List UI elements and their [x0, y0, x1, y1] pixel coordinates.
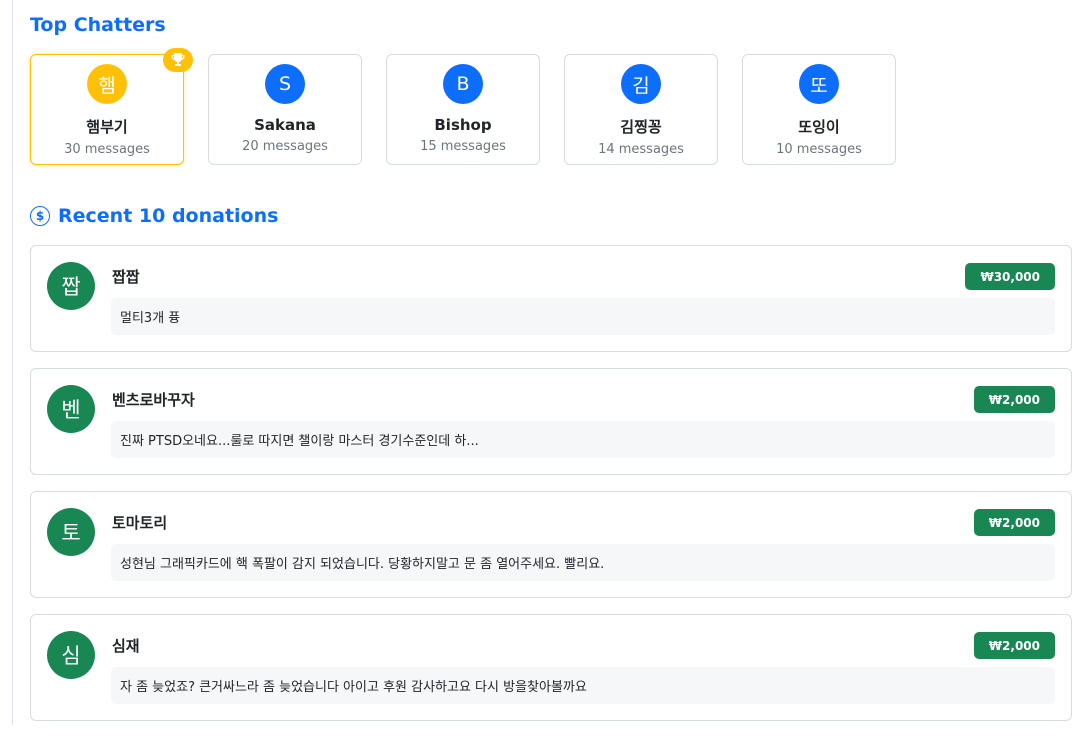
trophy-icon [163, 48, 193, 72]
donation-message: 자 좀 늦었죠? 큰거싸느라 좀 늦었습니다 아이고 후원 감사하고요 다시 방… [111, 667, 1055, 704]
avatar: 햄 [87, 64, 127, 104]
chatter-message-count: 20 messages [242, 139, 328, 154]
donation-card: 짭 짭짭 ₩30,000 멀티3개 퓽 [30, 245, 1072, 352]
top-chatters-title: Top Chatters [30, 14, 166, 36]
amount-badge: ₩2,000 [973, 386, 1055, 413]
chatter-message-count: 10 messages [776, 142, 862, 157]
avatar: S [265, 64, 305, 104]
chatter-card-3[interactable]: B Bishop 15 messages [386, 54, 540, 165]
donations-heading: $ Recent 10 donations [30, 205, 278, 227]
avatar: 김 [621, 64, 661, 104]
top-chatters-heading: Top Chatters [30, 14, 166, 36]
donor-name: 벤츠로바꾸자 [112, 391, 195, 409]
donation-card: 심 심재 ₩2,000 자 좀 늦었죠? 큰거싸느라 좀 늦었습니다 아이고 후… [30, 614, 1072, 721]
donor-name: 토마토리 [112, 514, 168, 532]
chatter-name: Bishop [434, 116, 492, 134]
page: Top Chatters 햄 햄부기 30 messages S Sakana … [0, 0, 1087, 725]
amount-badge: ₩2,000 [973, 632, 1055, 659]
donation-card: 토 토마토리 ₩2,000 성현님 그래픽카드에 핵 폭팔이 감지 되었습니다.… [30, 491, 1072, 598]
chatter-card-4[interactable]: 김 김찡꽁 14 messages [564, 54, 718, 165]
donations-title: Recent 10 donations [58, 205, 279, 227]
donations-list: 짭 짭짭 ₩30,000 멀티3개 퓽 벤 벤츠로바꾸자 ₩2,000 진짜 P… [30, 245, 1072, 737]
chatter-name: 김찡꽁 [620, 118, 662, 136]
chatter-name: 햄부기 [86, 118, 128, 136]
amount-badge: ₩2,000 [973, 509, 1055, 536]
sidebar-divider [12, 0, 13, 725]
dollar-circle-icon: $ [30, 206, 50, 226]
chatter-message-count: 30 messages [64, 142, 150, 157]
donation-message: 멀티3개 퓽 [111, 298, 1055, 335]
donor-name: 짭짭 [112, 268, 140, 286]
chatter-message-count: 15 messages [420, 139, 506, 154]
avatar: 토 [47, 508, 95, 556]
chatter-name: Sakana [254, 116, 316, 134]
donation-card: 벤 벤츠로바꾸자 ₩2,000 진짜 PTSD오네요...룰로 따지면 챌이랑 … [30, 368, 1072, 475]
avatar: 벤 [47, 385, 95, 433]
amount-badge: ₩30,000 [965, 263, 1055, 290]
top-chatters-list: 햄 햄부기 30 messages S Sakana 20 messages B… [30, 48, 896, 165]
chatter-card-5[interactable]: 또 또잉이 10 messages [742, 54, 896, 165]
donation-message: 성현님 그래픽카드에 핵 폭팔이 감지 되었습니다. 당황하지말고 문 좀 열어… [111, 544, 1055, 581]
chatter-message-count: 14 messages [598, 142, 684, 157]
avatar: B [443, 64, 483, 104]
chatter-name: 또잉이 [798, 118, 840, 136]
avatar: 또 [799, 64, 839, 104]
chatter-card-1[interactable]: 햄 햄부기 30 messages [30, 48, 193, 165]
donor-name: 심재 [112, 637, 140, 655]
avatar: 짭 [47, 262, 95, 310]
donation-message: 진짜 PTSD오네요...룰로 따지면 챌이랑 마스터 경기수준인데 하... [111, 421, 1055, 458]
avatar: 심 [47, 631, 95, 679]
chatter-card-2[interactable]: S Sakana 20 messages [208, 54, 362, 165]
